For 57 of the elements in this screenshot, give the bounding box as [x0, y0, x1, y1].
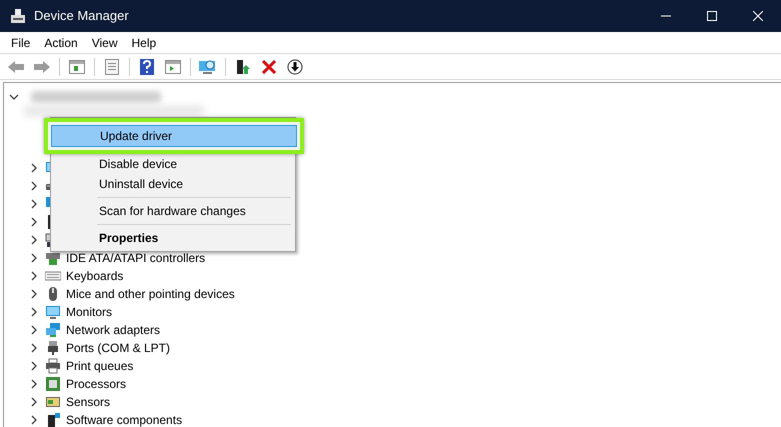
expand-chevron-icon[interactable] — [29, 289, 39, 299]
sensor-icon — [45, 394, 61, 410]
document-icon — [104, 58, 120, 74]
processor-icon — [45, 376, 61, 392]
menu-item[interactable]: Action — [37, 34, 85, 52]
monitor-icon — [45, 304, 61, 320]
maximize-icon — [707, 11, 717, 21]
device-manager-icon — [10, 8, 26, 24]
expand-chevron-icon[interactable] — [29, 307, 39, 317]
menu-item[interactable]: File — [4, 34, 38, 52]
expand-chevron-icon[interactable] — [29, 397, 39, 407]
monitor-magnifier-icon — [199, 58, 217, 74]
tree-item-label[interactable]: Network adapters — [66, 321, 160, 339]
port-icon — [45, 340, 61, 356]
tree-item-label[interactable]: Processors — [66, 375, 126, 393]
expand-chevron-icon[interactable] — [29, 343, 39, 353]
expand-chevron-icon[interactable] — [29, 163, 39, 173]
device-up-arrow-icon — [235, 58, 251, 74]
tree-item-label[interactable]: Ports (COM & LPT) — [66, 339, 170, 357]
menu-item[interactable]: Update driver — [51, 125, 297, 147]
window-title: Device Manager — [34, 7, 129, 26]
tree-item-label[interactable]: Sensors — [66, 393, 110, 411]
window-icon — [165, 60, 181, 74]
expand-chevron-icon[interactable] — [29, 271, 39, 281]
close-icon — [753, 11, 763, 21]
expand-chevron-icon[interactable] — [29, 217, 39, 227]
menu-item[interactable]: View — [84, 34, 124, 52]
menu-item[interactable]: Uninstall device — [51, 174, 295, 194]
collapse-chevron-icon[interactable] — [9, 92, 19, 102]
window-icon — [69, 60, 85, 74]
printer-icon — [45, 358, 61, 374]
menu-item[interactable]: Properties — [51, 228, 295, 248]
expand-chevron-icon[interactable] — [29, 199, 39, 209]
expand-chevron-icon[interactable] — [29, 325, 39, 335]
tree-item-label[interactable]: IDE ATA/ATAPI controllers — [66, 249, 206, 267]
tree-item-label[interactable]: Print queues — [66, 357, 134, 375]
menu-item[interactable]: Scan for hardware changes — [51, 201, 295, 221]
x-icon — [262, 60, 276, 74]
tree-item-label[interactable]: Software components — [66, 411, 182, 427]
expand-chevron-icon[interactable] — [29, 235, 39, 245]
help-icon — [140, 58, 154, 74]
controller-icon — [45, 250, 61, 266]
software-icon — [45, 412, 61, 427]
expand-chevron-icon[interactable] — [29, 415, 39, 425]
tree-item-label[interactable]: Mice and other pointing devices — [66, 285, 235, 303]
expand-chevron-icon[interactable] — [29, 181, 39, 191]
back-arrow-icon — [7, 60, 25, 74]
expand-chevron-icon[interactable] — [29, 361, 39, 371]
tree-item-label[interactable]: Keyboards — [66, 267, 124, 285]
network-icon — [45, 322, 61, 338]
expand-chevron-icon[interactable] — [29, 379, 39, 389]
menu-item[interactable]: Disable device — [51, 154, 295, 174]
forward-arrow-icon — [33, 60, 51, 74]
tree-item-label[interactable]: Monitors — [66, 303, 112, 321]
expand-chevron-icon[interactable] — [29, 253, 39, 263]
menu-item[interactable]: Help — [124, 34, 164, 52]
down-arrow-circle-icon — [287, 58, 303, 74]
